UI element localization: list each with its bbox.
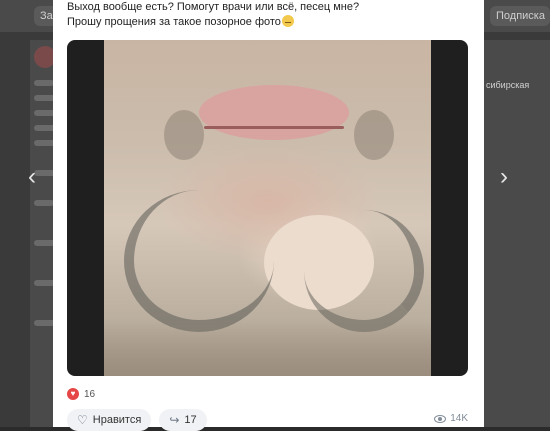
downcast-face-emoji-icon: [281, 15, 294, 27]
eye-icon: [434, 414, 447, 423]
reactions-summary[interactable]: ♥ 16: [67, 388, 95, 400]
chevron-right-icon[interactable]: ›: [494, 165, 514, 189]
post-card: Выход вообще есть? Помогут врачи или всё…: [53, 0, 484, 431]
share-arrow-icon: ↪: [169, 413, 180, 427]
background-right-column: [484, 40, 550, 427]
photo-frame[interactable]: [67, 40, 468, 376]
post-actions: ♡ Нравится ↪ 17: [67, 409, 207, 431]
heart-outline-icon: ♡: [77, 413, 88, 427]
post-text-line: Выход вообще есть? Помогут врачи или всё…: [67, 1, 360, 13]
post-photo[interactable]: [104, 40, 431, 376]
views-counter: 14K: [434, 413, 468, 424]
share-count: 17: [184, 414, 197, 426]
views-count: 14K: [450, 413, 468, 424]
chevron-left-icon[interactable]: ‹: [22, 165, 42, 189]
post-text-line: Прошу прощения за такое позорное фото: [67, 15, 467, 30]
like-label: Нравится: [92, 414, 142, 426]
share-button[interactable]: ↪ 17: [159, 409, 207, 431]
heart-icon: ♥: [67, 388, 79, 400]
post-text: Выход вообще есть? Помогут врачи или всё…: [67, 0, 467, 30]
like-button[interactable]: ♡ Нравится: [67, 409, 152, 431]
reaction-count: 16: [84, 388, 96, 400]
background-right-text: сибирская: [486, 80, 530, 90]
background-chip-right: Подписка: [490, 6, 550, 26]
